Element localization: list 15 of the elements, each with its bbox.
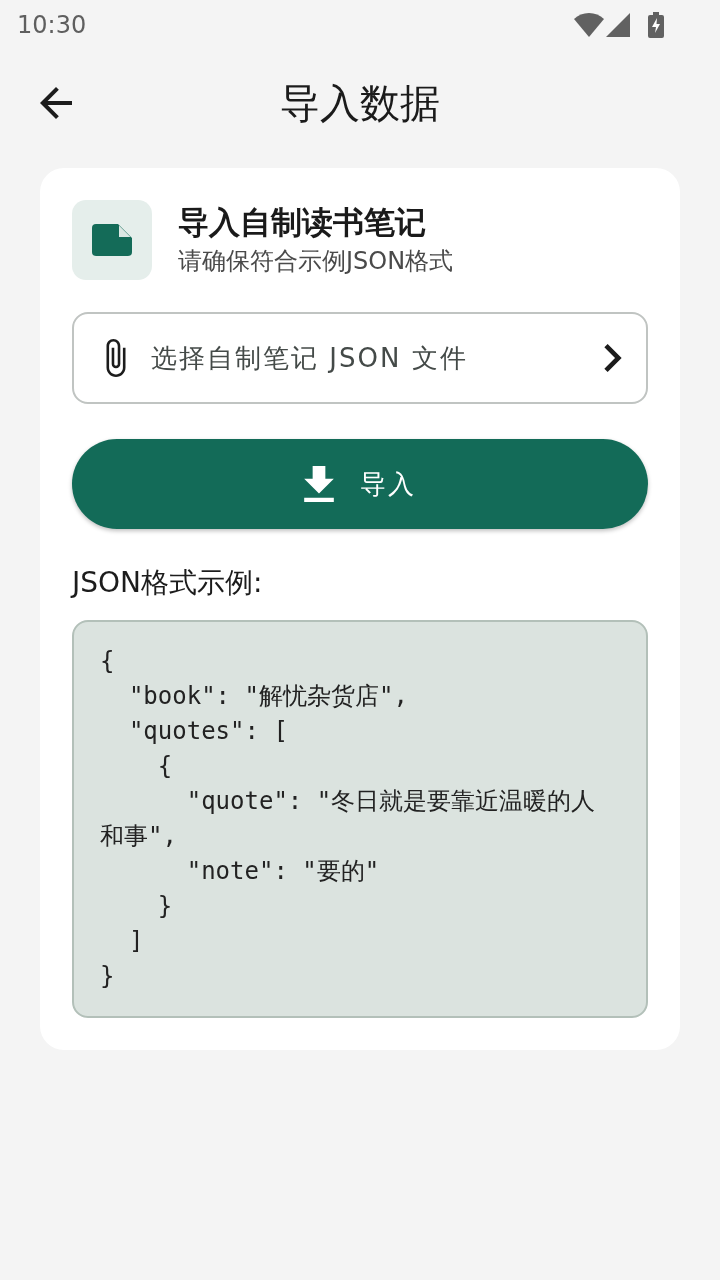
json-code-block: { "book": "解忧杂货店", "quotes": [ { "quote": "冬日就是要靠近温暖的人和事", "note": "要的" } ] } [72,620,648,1018]
wifi-icon [574,13,604,37]
import-button[interactable]: 导入 [72,439,648,529]
page-title: 导入数据 [280,79,440,127]
card-title: 导入自制读书笔记 [178,204,427,242]
status-time: 10:30 [17,13,87,37]
download-icon [304,466,334,502]
chevron-right-icon [604,344,622,372]
back-arrow-icon[interactable] [40,87,72,119]
signal-icon [606,13,630,37]
example-label: JSON格式示例: [72,566,264,600]
card-subtitle: 请确保符合示例JSON格式 [178,247,454,276]
file-picker-button[interactable]: 选择自制笔记 JSON 文件 [72,312,648,404]
file-icon [72,200,152,280]
battery-charging-icon [648,12,664,38]
